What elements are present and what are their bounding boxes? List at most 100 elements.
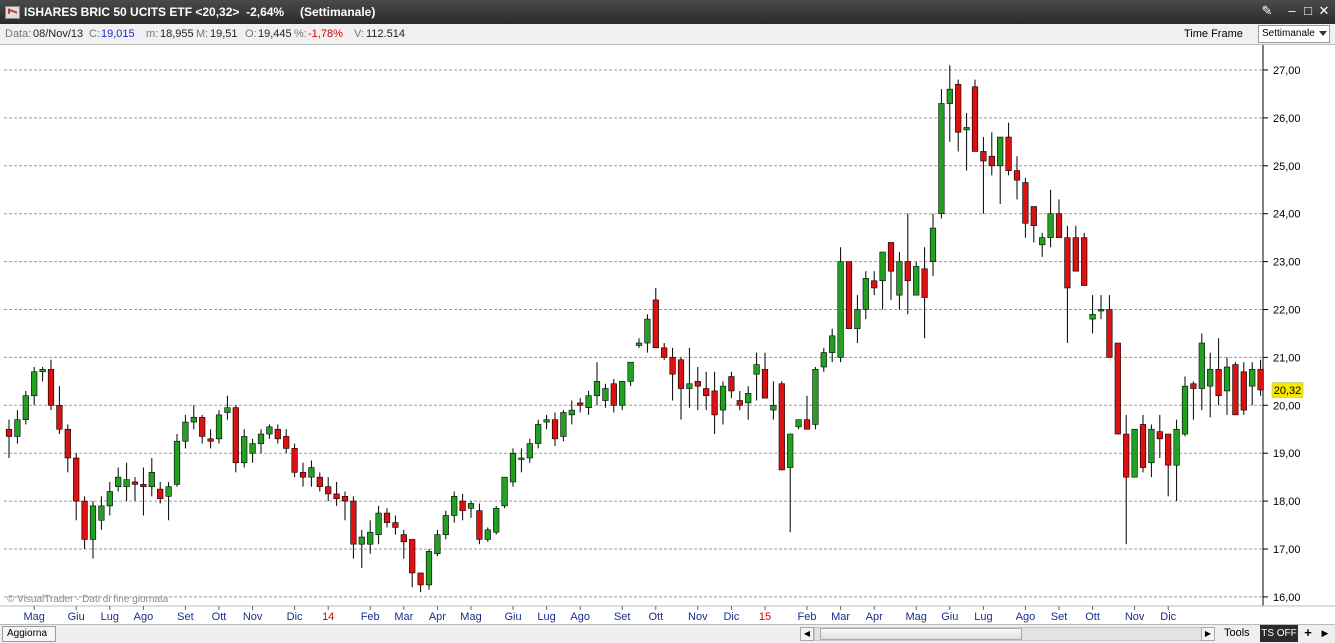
x-tick-label: Ott [212,611,227,623]
refresh-button[interactable]: Aggiorna [2,626,56,642]
close-button[interactable]: ✕ [1316,3,1332,19]
candle-body [409,539,416,574]
x-tick-label: Mar [831,611,850,623]
volume-label: V: [354,28,364,40]
candle-body [98,505,105,521]
y-tick-label: 17,00 [1273,544,1301,556]
candle-body [1215,369,1222,397]
candle-body [299,472,307,478]
ts-off-button[interactable]: TS OFF [1260,625,1298,642]
candle-body [501,476,508,507]
x-tick-label: Set [614,611,631,623]
candle-body [1148,428,1155,464]
candle-body [1022,182,1029,224]
wrench-icon[interactable]: ✎ [1259,3,1275,19]
candle-body [1030,206,1037,226]
candle-body [341,496,349,502]
minimize-button[interactable]: ‒ [1284,3,1300,19]
candle-body [1232,364,1239,416]
candle-body [728,376,735,392]
x-tick-label: Giu [504,611,521,623]
candle-body [518,457,525,460]
candle-body [694,381,701,387]
max-value: 19,51 [210,28,238,40]
max-label: M: [196,28,209,40]
tools-button[interactable]: Tools [1224,627,1250,639]
add-button[interactable]: + [1301,626,1315,640]
candle-body [829,335,836,353]
open-value: 19,445 [258,28,292,40]
candle-body [1013,170,1021,181]
candle-body [392,522,399,528]
right-arrow-button[interactable]: ▶ [1318,626,1332,640]
candle-body [81,500,88,540]
timeframe-select[interactable]: Settimanale [1258,25,1330,43]
candle-body [484,529,491,540]
scroll-left-button[interactable]: ◀ [800,627,814,641]
candle-body [115,476,122,488]
candle-body [459,500,466,511]
candle-body [199,416,206,437]
maximize-button[interactable]: □ [1300,3,1316,19]
candle-body [1039,237,1046,246]
candle-body [677,359,685,389]
x-tick-label: Giu [941,611,958,623]
x-tick-label: Dic [1160,611,1176,623]
candle-body [812,369,819,425]
window-title: ISHARES BRIC 50 UCITS ETF <20,32> -2,64% [24,5,285,19]
candle-body [787,433,794,468]
candle-body [946,88,953,104]
candle-body [1064,237,1071,289]
candle-body [1114,342,1121,435]
x-tick-label: Mag [905,611,926,623]
candle-body [854,309,861,329]
candle-body [719,385,727,411]
x-tick-label: Lug [101,611,119,623]
x-tick-label: Nov [243,611,263,623]
chart-background [0,45,1335,624]
candle-body [669,357,676,375]
candle-body [291,448,298,473]
y-tick-label: 16,00 [1273,592,1301,604]
scroll-thumb[interactable] [820,628,1022,640]
candle-body [543,419,550,423]
x-tick-label: Apr [866,611,883,623]
x-tick-label: Mar [394,611,413,623]
candle-body [131,481,139,485]
x-tick-label: Apr [429,611,446,623]
scroll-right-button[interactable]: ▶ [1201,627,1215,641]
x-tick-label: Lug [974,611,992,623]
x-tick-label: Feb [798,611,817,623]
candle-body [14,419,21,437]
candle-body [47,369,55,406]
pct-label: %: [294,28,307,40]
candle-body [795,419,802,428]
candle-body [745,393,752,404]
candle-body [350,500,357,545]
candle-body [467,503,475,509]
candle-body [451,496,458,516]
x-tick-label: Nov [688,611,708,623]
candle-body [31,371,38,397]
candle-body [887,242,895,272]
close-label: C: [89,28,100,40]
candle-body [509,452,517,483]
last-price-tag: 20,32 [1271,382,1304,398]
last-price-tag-value: 20,32 [1274,385,1302,397]
candle-body [1072,237,1079,272]
x-tick-label: Lug [537,611,555,623]
candle-body [173,440,181,485]
y-tick-label: 20,00 [1273,400,1301,412]
candle-body [266,426,273,435]
candle-body [274,428,281,440]
y-tick-label: 22,00 [1273,305,1301,317]
candle-body [879,251,886,282]
candle-body [627,361,634,382]
min-value: 18,955 [160,28,194,40]
x-tick-label: Ago [134,611,154,623]
candle-body [358,536,365,545]
price-chart[interactable]: 27,00 26,00 25,00 24,00 23,00 22,00 21,00 20,00… [0,45,1335,624]
candle-body [980,151,987,162]
x-tick-label: Mag [460,611,481,623]
candle-body [535,424,542,444]
